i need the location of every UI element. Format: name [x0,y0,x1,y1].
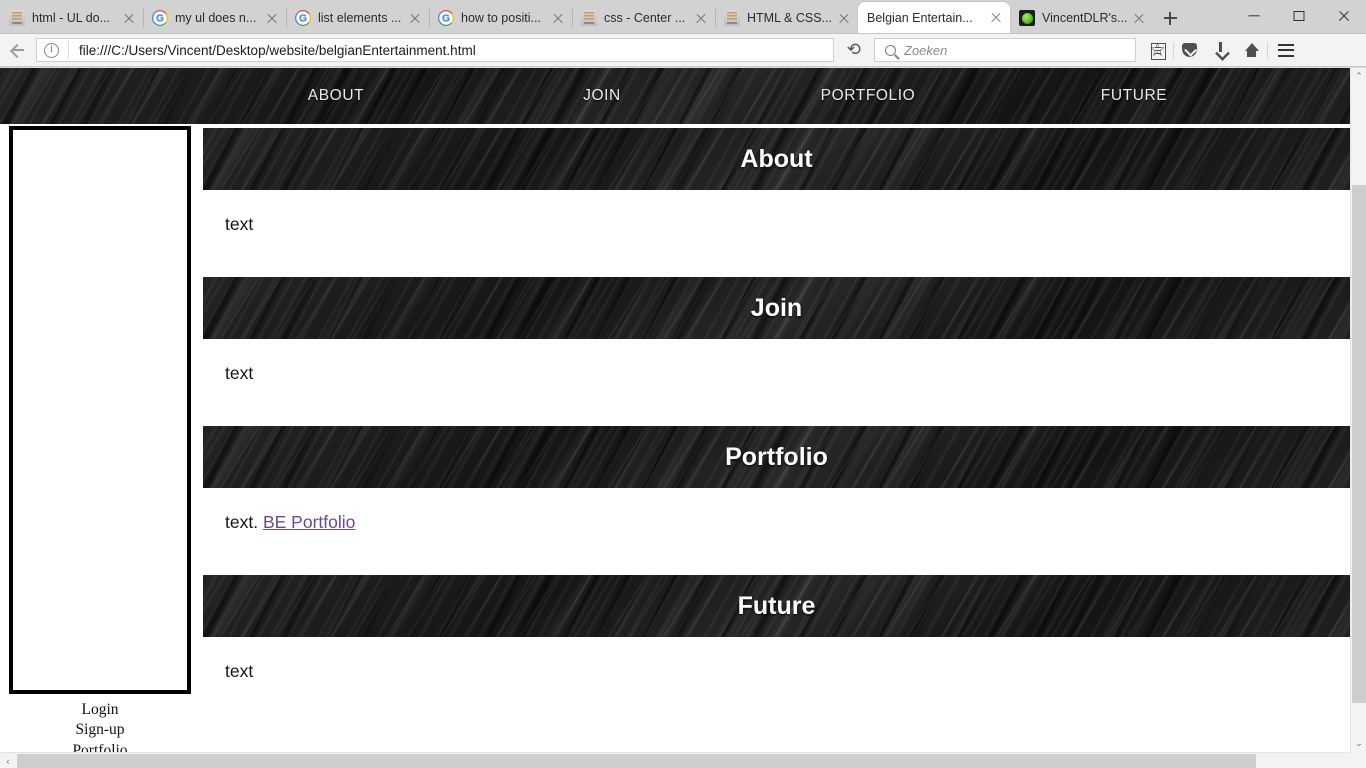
new-tab-button[interactable] [1153,3,1187,33]
tab-title: how to positi... [461,11,541,25]
tab-title: HTML & CSS... [747,11,832,25]
nav-link-join[interactable]: JOIN [469,87,735,105]
search-bar[interactable]: Zoeken [874,38,1136,62]
library-icon[interactable] [1142,34,1173,67]
maximize-button[interactable] [1276,0,1321,33]
horizontal-scrollbar[interactable]: ‹ › [0,752,1366,768]
browser-tab-5[interactable]: css - Center ... [572,3,715,33]
close-icon[interactable] [988,10,1004,26]
section-heading-about: About [203,128,1350,190]
pocket-icon[interactable] [1174,34,1205,67]
site-navigation: ABOUT JOIN PORTFOLIO FUTURE [0,68,1350,124]
section-heading-join: Join [203,277,1350,339]
section-text: text [225,661,254,681]
close-icon [1337,10,1350,23]
toolbar-icons [1142,34,1304,67]
section-heading-future: Future [203,575,1350,637]
home-icon[interactable] [1236,34,1267,67]
address-bar[interactable]: file:///C:/Users/Vincent/Desktop/website… [36,38,834,62]
vertical-scrollbar[interactable]: ⌃ ⌄ [1350,68,1366,752]
section-body-join: text [203,339,1350,426]
tab-strip: html - UL do... my ul does n... list ele… [0,0,1366,34]
section-body-about: text [203,190,1350,277]
close-icon[interactable] [550,10,566,26]
scroll-left-arrow-icon[interactable]: ‹ [0,753,16,768]
maximize-icon [1293,11,1304,21]
search-placeholder: Zoeken [904,42,948,58]
google-icon [152,10,168,26]
side-panel [9,126,191,694]
window-close-button[interactable] [1321,0,1366,33]
nav-link-portfolio[interactable]: PORTFOLIO [735,87,1001,105]
search-icon [885,44,896,56]
url-text: file:///C:/Users/Vincent/Desktop/website… [79,42,476,58]
window-controls [1231,0,1366,33]
green-circle-icon [1019,10,1035,26]
close-icon[interactable] [836,10,852,26]
browser-window: html - UL do... my ul does n... list ele… [0,0,1366,768]
page-viewport: ABOUT JOIN PORTFOLIO FUTURE Login Sign-u… [0,68,1366,768]
browser-tab-7-active[interactable]: Belgian Entertain... [858,2,1010,33]
browser-tab-6[interactable]: HTML & CSS... [715,3,858,33]
browser-tab-8[interactable]: VincentDLR's... [1010,3,1153,33]
vertical-scroll-thumb[interactable] [1352,185,1366,703]
section-heading-portfolio: Portfolio [203,426,1350,488]
page-info-icon[interactable] [44,42,59,58]
downloads-icon[interactable] [1205,34,1236,67]
scroll-down-arrow-icon[interactable]: ⌄ [1351,735,1366,752]
page-canvas: ABOUT JOIN PORTFOLIO FUTURE Login Sign-u… [0,68,1350,759]
section-text: text [225,363,254,383]
section-body-portfolio: text. BE Portfolio [203,488,1350,575]
minimize-button[interactable] [1231,0,1276,33]
scrollbar-corner [1350,752,1366,768]
google-icon [295,10,311,26]
close-icon[interactable] [264,10,280,26]
browser-tab-3[interactable]: list elements ... [286,3,429,33]
content-column: About text Join text Portfolio text. BE … [203,128,1350,724]
browser-tab-2[interactable]: my ul does n... [143,3,286,33]
nav-link-about[interactable]: ABOUT [203,87,469,105]
close-icon[interactable] [407,10,423,26]
browser-tab-4[interactable]: how to positi... [429,3,572,33]
back-arrow-icon [11,44,24,57]
close-icon[interactable] [1131,10,1147,26]
tab-title: html - UL do... [32,11,111,25]
browser-tab-1[interactable]: html - UL do... [0,3,143,33]
tab-title: VincentDLR's... [1042,11,1127,25]
reload-button[interactable] [834,34,874,67]
tab-title: css - Center ... [604,11,686,25]
scroll-up-arrow-icon[interactable]: ⌃ [1351,68,1366,85]
back-button[interactable] [0,34,34,67]
tab-title: list elements ... [318,11,402,25]
minimize-icon [1248,15,1259,17]
horizontal-scroll-thumb[interactable] [17,754,1256,768]
stackoverflow-icon [581,10,597,26]
hamburger-menu-icon[interactable] [1268,34,1304,67]
side-menu-item-sign-up[interactable]: Sign-up [0,720,200,740]
side-menu-item-login[interactable]: Login [0,700,200,720]
google-icon [438,10,454,26]
tab-title: Belgian Entertain... [867,10,973,25]
nav-items: ABOUT JOIN PORTFOLIO FUTURE [203,87,1350,105]
close-icon[interactable] [693,10,709,26]
be-portfolio-link[interactable]: BE Portfolio [263,512,355,532]
section-text: text [225,214,254,234]
browser-toolbar: file:///C:/Users/Vincent/Desktop/website… [0,34,1366,67]
close-icon[interactable] [121,10,137,26]
section-body-future: text [203,637,1350,724]
section-text: text. [225,512,259,532]
nav-link-future[interactable]: FUTURE [1001,87,1267,105]
stackoverflow-icon [9,10,25,26]
stackoverflow-icon [724,10,740,26]
tab-title: my ul does n... [175,11,257,25]
